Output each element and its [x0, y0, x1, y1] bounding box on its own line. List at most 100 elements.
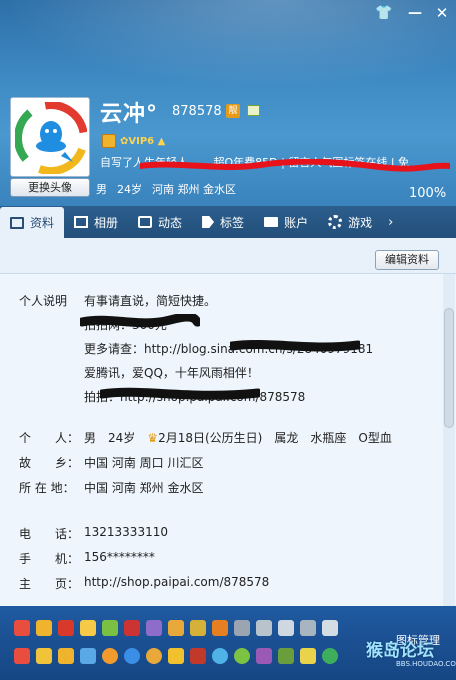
constellation: 水瓶座 [310, 431, 347, 445]
person-gender: 男 [84, 431, 97, 445]
redaction-scribble [140, 159, 450, 172]
wing-badge-icon[interactable] [322, 620, 338, 636]
vip-badge[interactable]: ✿VIP6 ▲ [120, 136, 165, 147]
mail-icon[interactable] [247, 105, 260, 116]
personal-note-line: 有事请直说，简短快捷。 [84, 294, 217, 308]
scrollbar[interactable] [443, 274, 455, 606]
wallet-icon [264, 217, 279, 227]
hometown-label: 故 乡： [19, 456, 80, 470]
minimize-button[interactable]: — [403, 4, 427, 22]
album-icon [74, 216, 89, 228]
homepage-label: 主 页： [19, 577, 80, 591]
profile-card-icon [10, 216, 24, 229]
avatar[interactable] [10, 97, 90, 177]
redaction-scribble [100, 387, 260, 400]
tab-feed[interactable]: 动态 [128, 206, 192, 238]
phone-badge-icon[interactable] [80, 648, 96, 664]
gem-badge-icon[interactable] [278, 620, 294, 636]
tab-album[interactable]: 相册 [64, 206, 128, 238]
avatar-badge-icon[interactable] [190, 648, 206, 664]
profile-completeness: 100% [409, 186, 447, 201]
crown-icon: ♛ [147, 431, 159, 445]
tab-bar: 资料 相册 动态 标签 账户 游戏 › [0, 206, 456, 238]
nickname: 云冲° [100, 102, 159, 127]
phone-value: 13213333110 [84, 525, 168, 539]
vip-badge-icon[interactable] [36, 620, 52, 636]
tshirt-icon[interactable]: 👕 [372, 4, 396, 22]
tab-label: 资料 [30, 216, 55, 230]
diamond-badge-icon[interactable] [256, 620, 272, 636]
mobile-label: 手 机： [19, 552, 80, 566]
bird-badge-icon[interactable] [300, 620, 316, 636]
tab-account[interactable]: 账户 [254, 206, 318, 238]
feed-icon [138, 216, 153, 228]
mail-badge-icon[interactable] [234, 620, 250, 636]
music-note-badge-icon[interactable] [322, 648, 338, 664]
heart-badge-icon[interactable] [14, 620, 30, 636]
tab-label: 账户 [284, 215, 309, 230]
team-badge-icon[interactable] [36, 648, 52, 664]
coin-badge-icon[interactable] [102, 648, 118, 664]
phone-label: 电 话： [19, 527, 80, 541]
qq-number: 878578 [172, 104, 222, 119]
flame-badge-icon[interactable] [14, 648, 30, 664]
gender-text: 男 [96, 183, 107, 196]
album-badge-icon[interactable] [146, 620, 162, 636]
basic-info: 男 24岁 河南 郑州 金水区 [96, 182, 236, 198]
tab-label: 标签 [220, 215, 245, 230]
profile-header: 👕 — ✕ 更换头像 云冲° 878578 靓 ✿VIP6 ▲ 自写了人生年轻人… [0, 0, 456, 206]
edit-profile-button[interactable]: 编辑资料 [375, 250, 439, 270]
residence-label: 所 在 地： [19, 481, 75, 495]
tab-label: 相册 [94, 215, 119, 230]
game-icon [328, 215, 343, 229]
music-badge-icon[interactable] [58, 620, 74, 636]
show-badge-icon[interactable] [124, 620, 140, 636]
location-text: 河南 郑州 金水区 [152, 183, 236, 196]
star-badge-icon[interactable] [168, 620, 184, 636]
profile-panel: 编辑资料 个人说明 有事请直说，简短快捷。 拍拍网：300元 更多请查：http… [0, 238, 456, 606]
gift-badge-icon[interactable] [300, 648, 316, 664]
more-tabs-arrow[interactable]: › [382, 206, 399, 238]
redaction-scribble [230, 340, 360, 352]
lucky-badge-icon[interactable] [234, 648, 250, 664]
photo-badge-icon[interactable] [256, 648, 272, 664]
game-badge-icon[interactable] [102, 620, 118, 636]
tab-profile[interactable]: 资料 [0, 207, 65, 238]
tab-games[interactable]: 游戏 [318, 206, 382, 238]
scrollbar-thumb[interactable] [444, 308, 454, 428]
qq-badge-icon[interactable] [124, 648, 140, 664]
panel-toolbar: 编辑资料 [0, 238, 456, 274]
forum-watermark-url: BBS.HOUDAO.COM [396, 660, 456, 668]
person-birthday: ♛2月18日(公历生日) [147, 429, 262, 446]
person-info: 男 24岁 ♛2月18日(公历生日) 属龙 水瓶座 O型血 [84, 429, 392, 446]
close-button[interactable]: ✕ [430, 4, 454, 22]
farm-badge-icon[interactable] [278, 648, 294, 664]
pretty-number-badge[interactable]: 靓 [226, 104, 240, 118]
house-badge-icon[interactable] [58, 648, 74, 664]
hometown-value: 中国 河南 周口 川汇区 [84, 456, 204, 470]
badge-row-2 [14, 648, 338, 664]
personal-note-label: 个人说明 [19, 294, 68, 308]
person-label: 个 人： [19, 431, 80, 445]
homepage-link[interactable]: http://shop.paipai.com/878578 [84, 575, 269, 589]
forum-watermark: 猴岛论坛 [366, 641, 434, 661]
redaction-scribble [80, 314, 200, 328]
reading-badge-icon[interactable] [212, 620, 228, 636]
change-avatar-button[interactable]: 更换头像 [10, 178, 90, 197]
book-badge-icon[interactable] [190, 620, 206, 636]
blood-type: O型血 [358, 431, 392, 445]
pet-badge-icon[interactable] [80, 620, 96, 636]
earth-badge-icon[interactable] [212, 648, 228, 664]
qzone-house-icon[interactable] [102, 134, 116, 148]
profile-details: 个人说明 有事请直说，简短快捷。 拍拍网：300元 更多请查：http://bl… [0, 274, 440, 606]
tab-tags[interactable]: 标签 [192, 206, 254, 238]
credit-badge-icon[interactable] [168, 648, 184, 664]
badge-row-1 [14, 620, 338, 636]
vip-label: VIP6 [128, 136, 155, 147]
tab-label: 动态 [158, 215, 183, 230]
tag-icon [202, 216, 215, 228]
person-age: 24岁 [108, 431, 136, 445]
zodiac-animal: 属龙 [274, 431, 299, 445]
mall-badge-icon[interactable] [146, 648, 162, 664]
residence-value: 中国 河南 郑州 金水区 [84, 481, 204, 495]
